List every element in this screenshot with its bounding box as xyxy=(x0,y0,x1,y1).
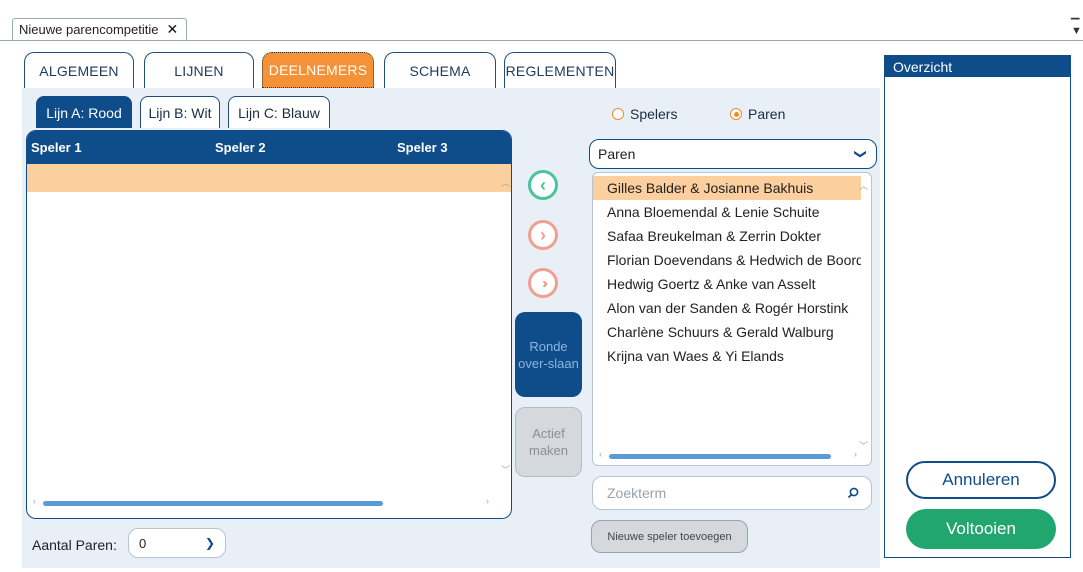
cancel-button[interactable]: Annuleren xyxy=(906,461,1056,499)
chevron-down-icon: ❯ xyxy=(853,148,868,160)
mode-players-radio[interactable]: Spelers xyxy=(612,106,677,122)
list-scroll-thumb[interactable] xyxy=(609,454,831,459)
activate-button[interactable]: Actief maken xyxy=(515,407,582,477)
pairs-count-value: 0 xyxy=(139,535,147,551)
chevron-down-icon: ❯ xyxy=(204,536,215,550)
move-right-button[interactable]: › xyxy=(528,220,558,250)
tab-line-a[interactable]: Lijn A: Rood xyxy=(36,96,132,128)
move-all-button[interactable]: ›› xyxy=(528,268,558,298)
skip-round-button[interactable]: Ronde over-slaan xyxy=(515,312,582,397)
search-icon[interactable] xyxy=(847,487,859,499)
grid-vertical-scrollbar[interactable]: ︿ ﹀ xyxy=(501,176,510,476)
list-type-select[interactable]: Paren ❯ xyxy=(589,139,877,169)
tab-deelnemers[interactable]: DEELNEMERS xyxy=(262,52,374,88)
chevron-right-icon: › xyxy=(540,224,546,245)
list-scroll-down-icon[interactable]: ﹀ xyxy=(859,439,868,452)
list-item[interactable]: Safaa Breukelman & Zerrin Dokter xyxy=(593,224,861,248)
search-field[interactable] xyxy=(592,476,872,510)
list-type-value: Paren xyxy=(598,146,636,162)
tab-reglementen[interactable]: REGLEMENTEN xyxy=(504,52,616,88)
tab-algemeen[interactable]: ALGEMEEN xyxy=(24,52,134,88)
grid-scroll-thumb[interactable] xyxy=(43,501,383,506)
document-tab[interactable]: Nieuwe parencompetitie ✕ xyxy=(12,18,188,40)
overview-title: Overzicht xyxy=(885,56,1070,77)
tab-line-c[interactable]: Lijn C: Blauw xyxy=(228,96,330,128)
tab-strip-divider xyxy=(0,40,1083,41)
radio-icon xyxy=(612,108,624,120)
search-input[interactable] xyxy=(607,485,827,501)
list-item[interactable]: Florian Doevendans & Hedwich de Boord xyxy=(593,248,861,272)
pairs-count-select[interactable]: 0 ❯ xyxy=(128,528,226,558)
pairs-count-label: Aantal Paren: xyxy=(32,537,117,553)
chevron-left-icon: ‹ xyxy=(540,174,546,195)
mode-pairs-label: Paren xyxy=(748,106,786,122)
mode-players-label: Spelers xyxy=(630,106,678,122)
list-item[interactable]: Anna Bloemendal & Lenie Schuite xyxy=(593,200,861,224)
overflow-menu-icon[interactable]: ▔ ▼ xyxy=(1071,20,1082,37)
pairs-list: Gilles Balder & Josianne Bakhuis Anna Bl… xyxy=(592,172,872,466)
mode-pairs-radio[interactable]: Paren xyxy=(730,106,785,122)
list-horizontal-scrollbar[interactable]: ‹ › xyxy=(599,449,857,461)
tab-line-b[interactable]: Lijn B: Wit xyxy=(140,96,220,128)
close-icon[interactable]: ✕ xyxy=(166,21,178,38)
column-header-player-1[interactable]: Speler 1 xyxy=(31,140,82,155)
finish-button[interactable]: Voltooien xyxy=(906,509,1056,549)
document-tab-label: Nieuwe parencompetitie xyxy=(19,22,159,37)
list-item[interactable]: Alon van der Sanden & Rogér Horstink xyxy=(593,296,861,320)
list-item[interactable]: Gilles Balder & Josianne Bakhuis xyxy=(593,176,861,200)
column-header-player-2[interactable]: Speler 2 xyxy=(215,140,266,155)
tab-schema[interactable]: SCHEMA xyxy=(384,52,496,88)
column-header-player-3[interactable]: Speler 3 xyxy=(397,140,448,155)
radio-checked-icon xyxy=(730,108,742,120)
double-chevron-right-icon: ›› xyxy=(542,274,548,292)
list-item[interactable]: Hedwig Goertz & Anke van Asselt xyxy=(593,272,861,296)
add-player-button[interactable]: Nieuwe speler toevoegen xyxy=(591,520,748,553)
grid-row-selected[interactable] xyxy=(27,164,511,192)
list-scroll-up-icon[interactable]: ︿ xyxy=(859,179,868,192)
list-item[interactable]: Charlène Schuurs & Gerald Walburg xyxy=(593,320,861,344)
grid-header: Speler 1 Speler 2 Speler 3 xyxy=(27,131,511,164)
tab-lijnen[interactable]: LIJNEN xyxy=(144,52,254,88)
move-left-button[interactable]: ‹ xyxy=(528,170,558,200)
players-grid: Speler 1 Speler 2 Speler 3 ︿ ﹀ ‹ › xyxy=(26,130,512,519)
grid-horizontal-scrollbar[interactable]: ‹ › xyxy=(33,496,503,508)
list-item[interactable]: Krijna van Waes & Yi Elands xyxy=(593,344,861,368)
